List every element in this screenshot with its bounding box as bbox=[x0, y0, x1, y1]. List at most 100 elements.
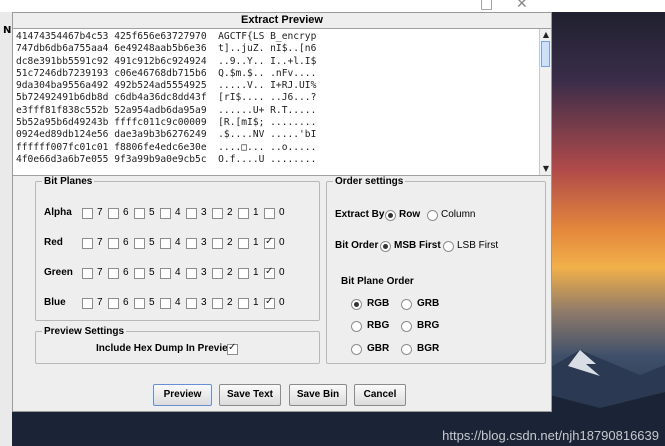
bit-checkbox[interactable] bbox=[134, 208, 145, 219]
plane-order-brg-label: BRG bbox=[417, 320, 440, 331]
extract-by-column-label: Column bbox=[441, 209, 476, 220]
channel-label: Red bbox=[44, 237, 63, 248]
bit-checkbox[interactable] bbox=[186, 208, 197, 219]
plane-order-rgb-radio[interactable] bbox=[351, 299, 362, 310]
bit-checkbox[interactable] bbox=[212, 208, 223, 219]
bit-checkbox[interactable] bbox=[186, 238, 197, 249]
preview-line: e3fff81f838c552b 52a954adb6da95a9 ......… bbox=[16, 104, 317, 116]
bit-checkbox[interactable] bbox=[160, 238, 171, 249]
bit-plane-row-green: Green 7 6 5 4 3 2 1 0 bbox=[36, 266, 321, 281]
bit-label: 5 bbox=[149, 237, 155, 248]
bit-plane-row-blue: Blue 7 6 5 4 3 2 1 0 bbox=[36, 296, 321, 311]
background-window-edge: N bbox=[0, 0, 12, 446]
bit-plane-order-label: Bit Plane Order bbox=[341, 276, 414, 287]
channel-label: Alpha bbox=[44, 207, 72, 218]
bit-label: 1 bbox=[253, 207, 259, 218]
bit-checkbox[interactable] bbox=[212, 298, 223, 309]
plane-order-bgr-radio[interactable] bbox=[401, 344, 412, 355]
save-bin-button[interactable]: Save Bin bbox=[289, 384, 347, 406]
preview-scrollbar[interactable]: ▲ ▼ bbox=[539, 29, 551, 175]
bit-checkbox[interactable] bbox=[160, 208, 171, 219]
extract-by-column-radio[interactable] bbox=[427, 210, 438, 221]
bit-label: 0 bbox=[279, 237, 285, 248]
bit-checkbox[interactable] bbox=[82, 298, 93, 309]
preview-text-area[interactable]: 41474354467b4c53 425f656e63727970 AGCTF{… bbox=[13, 28, 551, 176]
bit-checkbox[interactable] bbox=[238, 238, 249, 249]
bit-checkbox[interactable] bbox=[160, 268, 171, 279]
bit-label: 5 bbox=[149, 267, 155, 278]
scrollbar-thumb[interactable] bbox=[541, 41, 550, 67]
bit-checkbox[interactable] bbox=[82, 268, 93, 279]
bit-label: 0 bbox=[279, 267, 285, 278]
bit-label: 4 bbox=[175, 207, 181, 218]
extract-by-row-label: Row bbox=[399, 209, 421, 220]
bit-checkbox[interactable] bbox=[108, 238, 119, 249]
bit-label: 2 bbox=[227, 267, 233, 278]
bit-label: 2 bbox=[227, 207, 233, 218]
preview-line: 4f0e66d3a6b7e055 9f3a99b9a0e9cb5c O.f...… bbox=[16, 153, 317, 165]
channel-label: Blue bbox=[44, 297, 66, 308]
plane-order-bgr-label: BGR bbox=[417, 343, 440, 354]
preview-line: 747db6db6a755aa4 6e49248aab5b6e36 t]..ju… bbox=[16, 43, 317, 55]
bit-checkbox[interactable] bbox=[212, 268, 223, 279]
plane-order-grb-radio[interactable] bbox=[401, 299, 412, 310]
bit-checkbox[interactable] bbox=[134, 238, 145, 249]
bit-label: 1 bbox=[253, 237, 259, 248]
plane-order-brg-radio[interactable] bbox=[401, 321, 412, 332]
cancel-button[interactable]: Cancel bbox=[354, 384, 406, 406]
bit-order-msb-radio[interactable] bbox=[380, 241, 391, 252]
bit-checkbox[interactable] bbox=[186, 298, 197, 309]
background-window-titlebar: □ ✕ bbox=[0, 0, 665, 12]
scroll-down-icon[interactable]: ▼ bbox=[541, 164, 551, 174]
preview-line: 9da304ba9556a492 492b524ad5554925 .....V… bbox=[16, 80, 317, 92]
bit-label: 7 bbox=[97, 267, 103, 278]
bit-checkbox[interactable] bbox=[264, 296, 275, 309]
bit-label: 0 bbox=[279, 207, 285, 218]
bit-checkbox[interactable] bbox=[264, 266, 275, 279]
hex-dump-checkbox[interactable] bbox=[227, 342, 238, 355]
bit-checkbox[interactable] bbox=[212, 238, 223, 249]
minimize-icon[interactable]: □ bbox=[480, 0, 493, 12]
plane-order-gbr-label: GBR bbox=[367, 343, 390, 354]
bit-plane-row-red: Red 7 6 5 4 3 2 1 0 bbox=[36, 236, 321, 251]
bit-label: 6 bbox=[123, 237, 129, 248]
bit-checkbox[interactable] bbox=[238, 208, 249, 219]
bit-checkbox[interactable] bbox=[264, 236, 275, 249]
bit-checkbox[interactable] bbox=[134, 268, 145, 279]
bit-checkbox[interactable] bbox=[238, 298, 249, 309]
preview-settings-legend: Preview Settings bbox=[44, 326, 125, 337]
preview-line: 5b52a95b6d49243b ffffc011c9c00009 [R.[mI… bbox=[16, 117, 317, 129]
bit-checkbox[interactable] bbox=[82, 208, 93, 219]
bit-checkbox[interactable] bbox=[134, 298, 145, 309]
scroll-up-icon[interactable]: ▲ bbox=[541, 30, 551, 40]
plane-order-rbg-radio[interactable] bbox=[351, 321, 362, 332]
preview-line: 5b72492491b6db8d c6db4a36dc8dd43f [rI$..… bbox=[16, 92, 317, 104]
bit-checkbox[interactable] bbox=[108, 208, 119, 219]
bit-label: 3 bbox=[201, 297, 207, 308]
background-window-letter: N bbox=[3, 25, 12, 36]
bit-checkbox[interactable] bbox=[264, 208, 275, 219]
bit-label: 4 bbox=[175, 237, 181, 248]
bit-label: 3 bbox=[201, 207, 207, 218]
bit-order-msb-label: MSB First bbox=[394, 240, 441, 251]
extract-by-row-radio[interactable] bbox=[385, 210, 396, 221]
bit-checkbox[interactable] bbox=[108, 298, 119, 309]
bit-checkbox[interactable] bbox=[160, 298, 171, 309]
save-text-button[interactable]: Save Text bbox=[219, 384, 281, 406]
close-icon[interactable]: ✕ bbox=[516, 0, 528, 12]
plane-order-gbr-radio[interactable] bbox=[351, 344, 362, 355]
bit-checkbox[interactable] bbox=[186, 268, 197, 279]
bit-checkbox[interactable] bbox=[108, 268, 119, 279]
bit-order-lsb-label: LSB First bbox=[457, 240, 499, 251]
preview-settings-group: Preview Settings Include Hex Dump In Pre… bbox=[35, 326, 320, 364]
bit-checkbox[interactable] bbox=[82, 238, 93, 249]
bit-order-lsb-radio[interactable] bbox=[443, 241, 454, 252]
plane-order-rbg-label: RBG bbox=[367, 320, 390, 331]
watermark-text: https://blog.csdn.net/njh18790816639 bbox=[442, 428, 659, 443]
bit-checkbox[interactable] bbox=[238, 268, 249, 279]
bit-label: 3 bbox=[201, 237, 207, 248]
bit-plane-row-alpha: Alpha 7 6 5 4 3 2 1 0 bbox=[36, 207, 321, 221]
plane-order-rgb-label: RGB bbox=[367, 298, 390, 309]
preview-button[interactable]: Preview bbox=[153, 384, 212, 406]
bit-label: 5 bbox=[149, 207, 155, 218]
